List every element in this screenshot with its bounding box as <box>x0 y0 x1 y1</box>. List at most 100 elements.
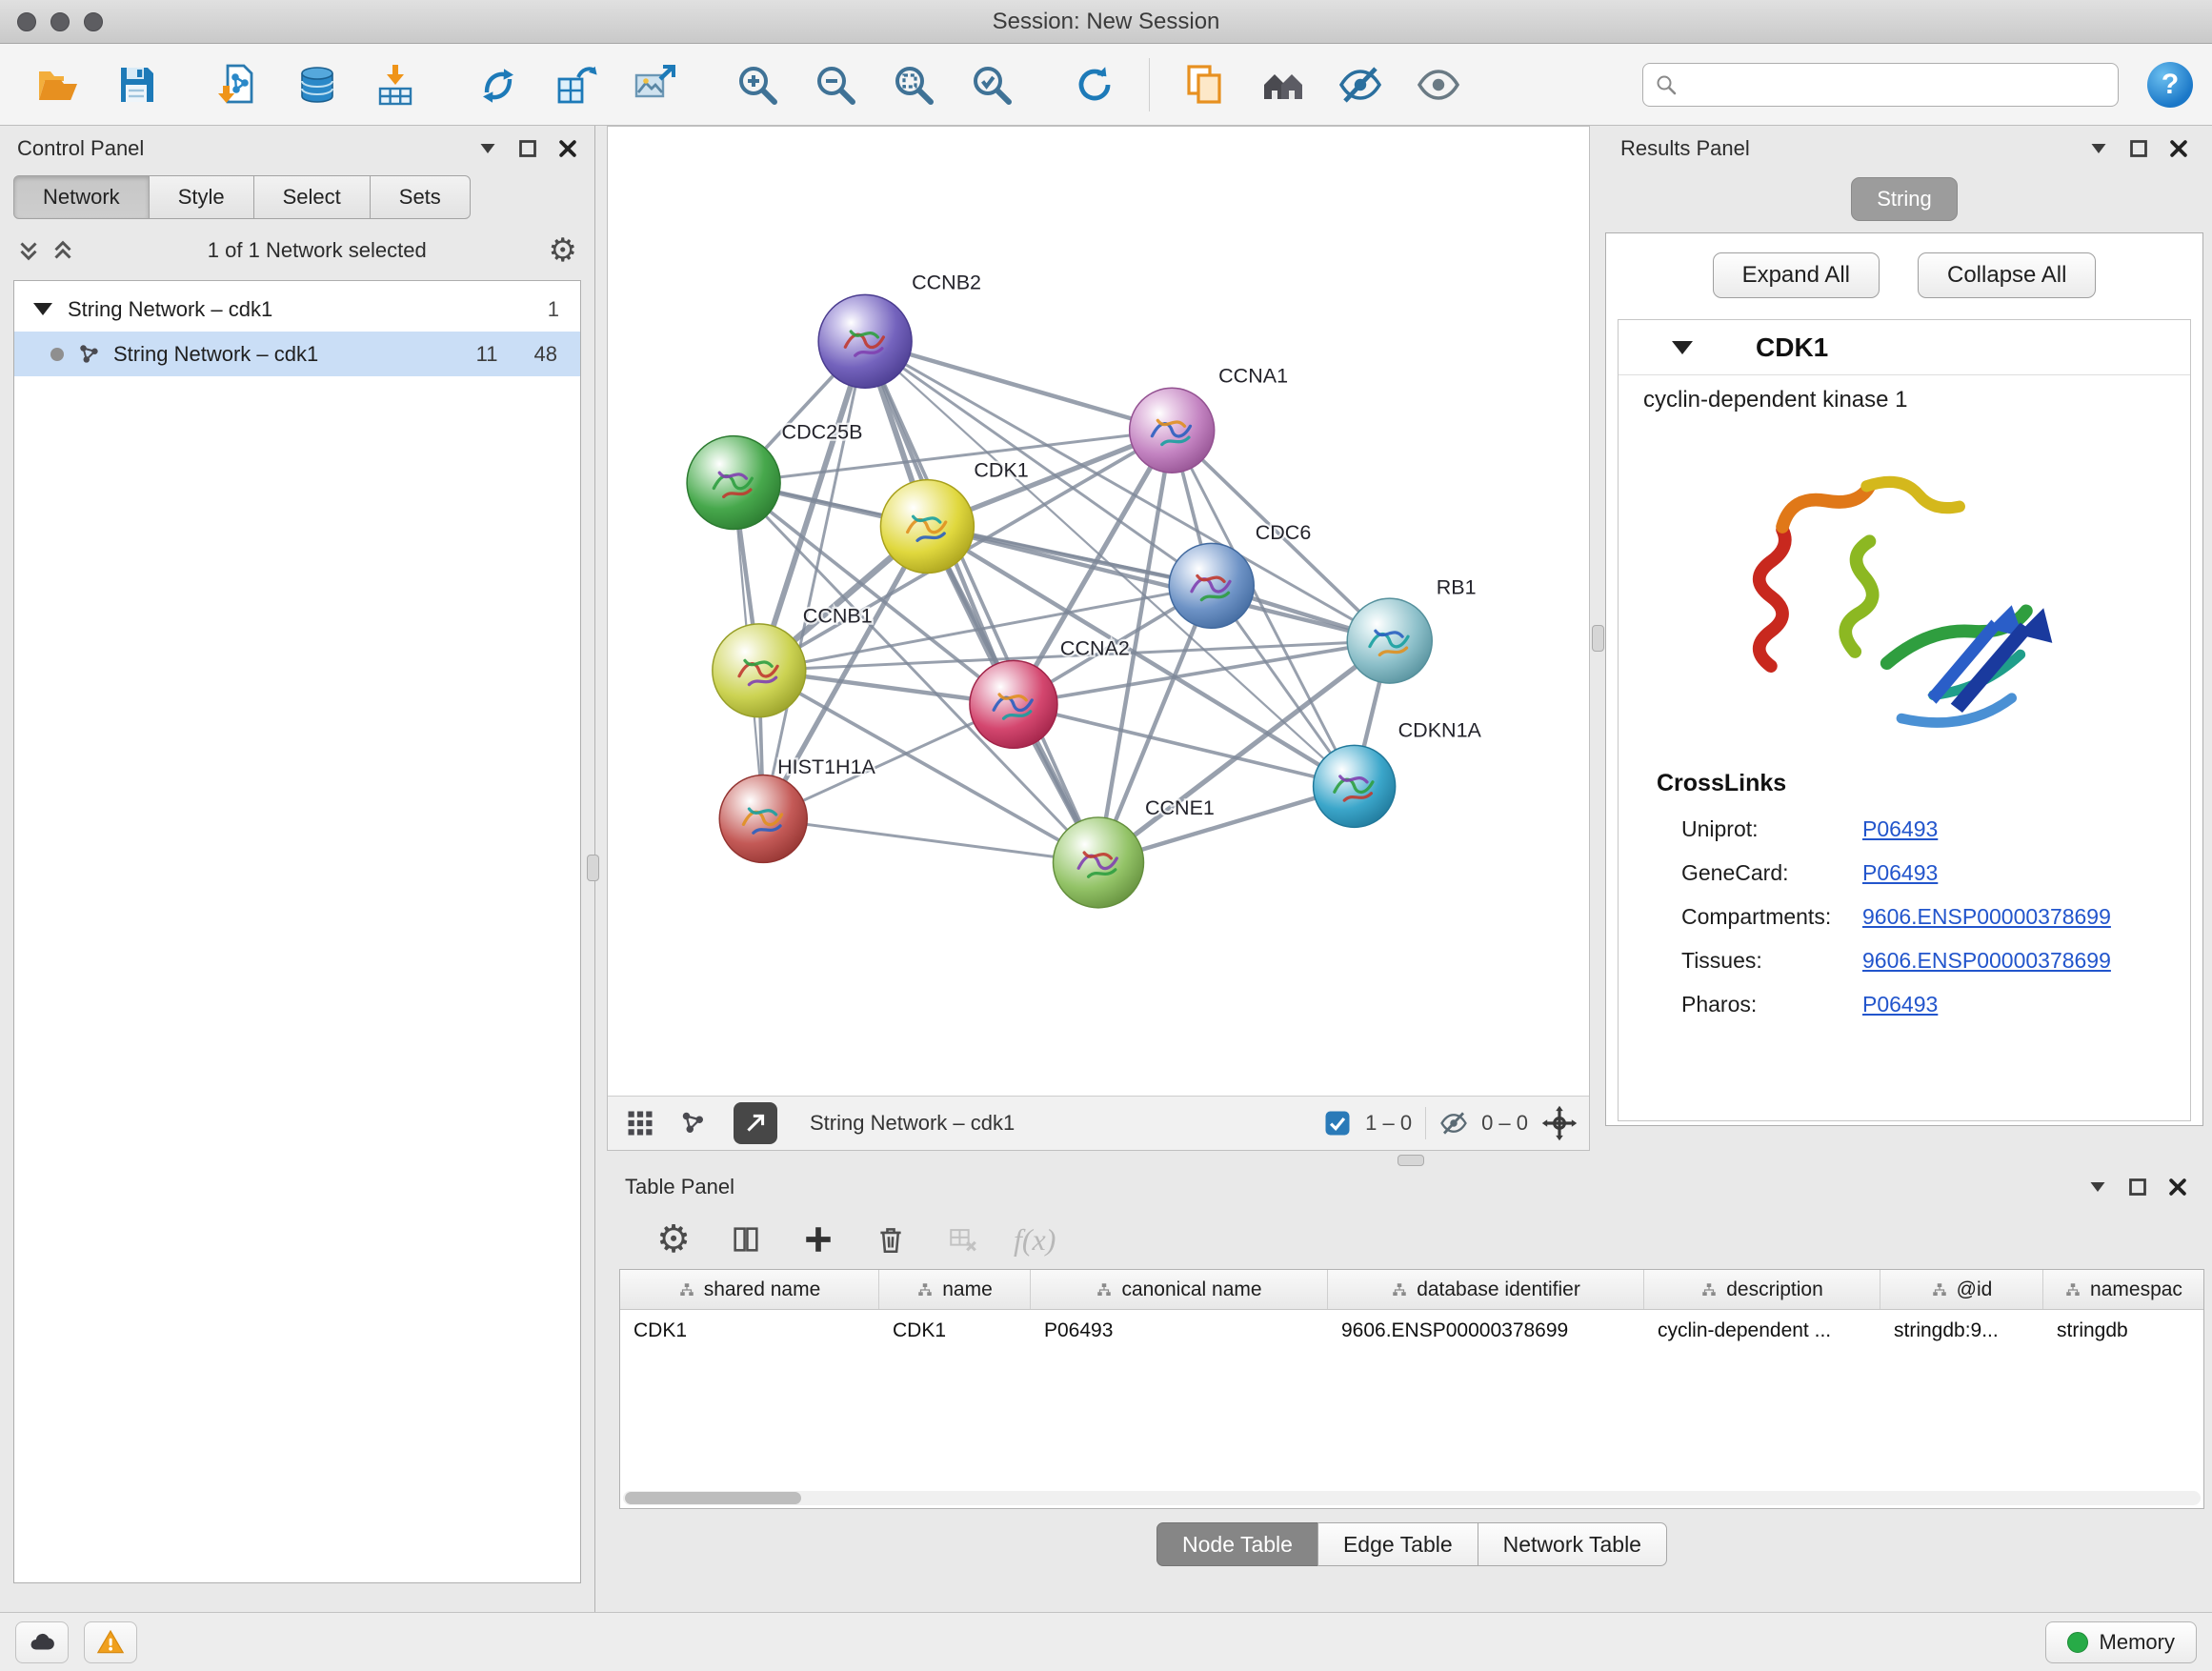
network-node-CCNB1[interactable] <box>713 624 806 717</box>
network-node-CDC6[interactable] <box>1169 543 1254 628</box>
tab-style[interactable]: Style <box>149 175 254 219</box>
collapse-all-icon[interactable] <box>17 239 40 262</box>
open-session-button[interactable] <box>19 50 97 119</box>
export-image-button[interactable] <box>615 50 694 119</box>
network-node-CCNA1[interactable] <box>1130 388 1215 473</box>
column-header[interactable]: canonical name <box>1031 1270 1328 1309</box>
delete-table-button[interactable] <box>941 1218 985 1261</box>
network-node-CDC25B[interactable] <box>687 436 780 530</box>
copy-button[interactable] <box>1165 50 1243 119</box>
network-edge[interactable] <box>865 341 1172 430</box>
crosslink-link[interactable]: 9606.ENSP00000378699 <box>1862 948 2111 974</box>
network-edge[interactable] <box>865 341 1098 862</box>
network-options-gear-icon[interactable]: ⚙ <box>549 234 577 267</box>
delete-column-button[interactable] <box>869 1218 913 1261</box>
new-network-button[interactable] <box>459 50 537 119</box>
apply-layout-button[interactable] <box>1056 50 1134 119</box>
network-edge[interactable] <box>927 527 1389 641</box>
detach-view-button[interactable] <box>734 1102 777 1144</box>
network-selection-status: 1 of 1 Network selected <box>86 238 549 263</box>
panel-menu-icon[interactable] <box>2089 139 2108 158</box>
crosslink-link[interactable]: 9606.ENSP00000378699 <box>1862 904 2111 930</box>
memory-button[interactable]: Memory <box>2045 1621 2197 1663</box>
function-builder-button[interactable]: f(x) <box>1014 1222 1056 1258</box>
panel-menu-icon[interactable] <box>2088 1178 2107 1197</box>
tab-sets[interactable]: Sets <box>370 175 471 219</box>
splitter-handle[interactable] <box>587 855 599 881</box>
column-header[interactable]: name <box>879 1270 1031 1309</box>
tree-expand-caret-icon[interactable] <box>33 303 52 315</box>
hidden-eye-slash-icon[interactable] <box>1439 1109 1468 1137</box>
collapse-gene-caret-icon[interactable] <box>1672 341 1693 354</box>
splitter-handle[interactable] <box>1592 625 1604 652</box>
network-node-CDK1[interactable] <box>880 480 974 574</box>
column-header[interactable]: @id <box>1880 1270 2043 1309</box>
close-panel-icon[interactable] <box>2169 139 2188 158</box>
table-options-gear-icon[interactable]: ⚙ <box>652 1218 695 1261</box>
crosslink-link[interactable]: P06493 <box>1862 992 1938 1017</box>
scrollbar-thumb[interactable] <box>625 1492 801 1504</box>
search-input[interactable] <box>1687 72 2106 97</box>
save-session-button[interactable] <box>97 50 175 119</box>
cloud-status-button[interactable] <box>15 1621 69 1663</box>
column-header[interactable]: database identifier <box>1328 1270 1644 1309</box>
close-panel-icon[interactable] <box>2168 1178 2187 1197</box>
show-all-button[interactable] <box>1399 50 1478 119</box>
create-column-button[interactable] <box>796 1218 840 1261</box>
network-edge[interactable] <box>763 341 865 818</box>
hide-selected-button[interactable] <box>1321 50 1399 119</box>
import-network-from-database-button[interactable] <box>278 50 356 119</box>
tab-network[interactable]: Network <box>13 175 150 219</box>
crosslink-link[interactable]: P06493 <box>1862 860 1938 886</box>
table-row[interactable]: CDK1 CDK1 P06493 9606.ENSP00000378699 cy… <box>620 1310 2203 1352</box>
tab-node-table[interactable]: Node Table <box>1156 1522 1318 1566</box>
tab-string[interactable]: String <box>1851 177 1957 221</box>
show-columns-button[interactable] <box>724 1218 768 1261</box>
tab-network-table[interactable]: Network Table <box>1478 1522 1667 1566</box>
help-button[interactable]: ? <box>2147 62 2193 108</box>
network-collection-row[interactable]: String Network – cdk1 1 <box>14 287 580 332</box>
first-neighbors-button[interactable] <box>1243 50 1321 119</box>
network-row-selected[interactable]: String Network – cdk1 11 48 <box>14 332 580 376</box>
network-node-HIST1H1A[interactable] <box>719 775 807 862</box>
network-node-CDKN1A[interactable] <box>1314 745 1396 827</box>
tab-select[interactable]: Select <box>253 175 371 219</box>
zoom-out-button[interactable] <box>796 50 875 119</box>
import-table-button[interactable] <box>356 50 434 119</box>
zoom-in-button[interactable] <box>718 50 796 119</box>
network-canvas[interactable]: CCNB2CCNA1CDC25BCDK1CDC6RB1CCNB1CCNA2CDK… <box>608 127 1589 1096</box>
selected-checkbox-icon[interactable] <box>1323 1109 1352 1137</box>
network-node-CCNB2[interactable] <box>818 294 912 388</box>
crosslink-link[interactable]: P06493 <box>1862 816 1938 842</box>
expand-all-icon[interactable] <box>51 239 74 262</box>
column-header[interactable]: description <box>1644 1270 1880 1309</box>
network-edge[interactable] <box>763 818 1098 862</box>
pan-crosshair-icon[interactable] <box>1541 1105 1578 1141</box>
panel-menu-icon[interactable] <box>478 139 497 158</box>
new-network-from-selection-button[interactable] <box>537 50 615 119</box>
warnings-button[interactable] <box>84 1621 137 1663</box>
tab-edge-table[interactable]: Edge Table <box>1317 1522 1478 1566</box>
network-overview-button[interactable] <box>673 1102 714 1144</box>
zoom-fit-button[interactable] <box>875 50 953 119</box>
close-panel-icon[interactable] <box>558 139 577 158</box>
network-node-CCNE1[interactable] <box>1054 817 1144 908</box>
share-network-icon <box>679 1109 708 1137</box>
collection-network-count: 1 <box>548 297 559 322</box>
trash-icon <box>875 1223 907 1256</box>
column-header[interactable]: namespac <box>2043 1270 2203 1309</box>
network-node-RB1[interactable] <box>1347 598 1432 683</box>
zoom-in-icon <box>734 62 780 108</box>
birdseye-view-button[interactable] <box>619 1102 661 1144</box>
float-panel-icon[interactable] <box>2129 139 2148 158</box>
float-panel-icon[interactable] <box>518 139 537 158</box>
zoom-selected-button[interactable] <box>953 50 1031 119</box>
column-header[interactable]: shared name <box>620 1270 879 1309</box>
collapse-all-button[interactable]: Collapse All <box>1918 252 2096 298</box>
float-panel-icon[interactable] <box>2128 1178 2147 1197</box>
splitter-handle[interactable] <box>1398 1155 1424 1166</box>
import-network-from-file-button[interactable] <box>200 50 278 119</box>
expand-all-button[interactable]: Expand All <box>1713 252 1880 298</box>
horizontal-scrollbar[interactable] <box>623 1491 2201 1505</box>
network-node-CCNA2[interactable] <box>970 660 1057 748</box>
